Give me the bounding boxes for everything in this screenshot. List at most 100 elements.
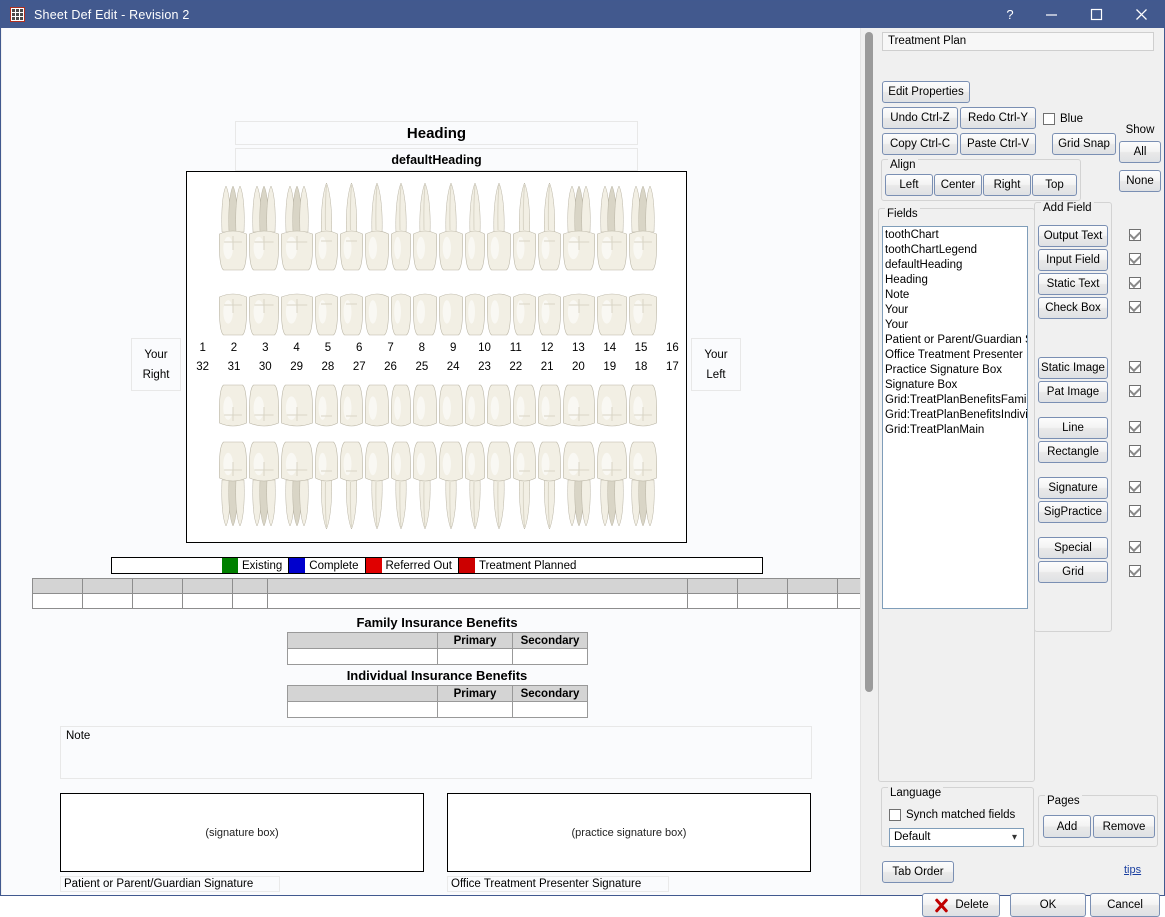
field-your-left[interactable]: Your Left (691, 338, 741, 391)
synch-checkbox-box[interactable] (889, 809, 901, 821)
canvas-vertical-scrollbar[interactable] (860, 28, 876, 895)
fields-list-item[interactable]: Office Treatment Presenter (885, 348, 1027, 363)
align-left-button[interactable]: Left (885, 174, 933, 196)
add-field-special-button[interactable]: Special (1038, 537, 1108, 559)
show-field-checkbox[interactable] (1129, 385, 1141, 397)
ok-button[interactable]: OK (1010, 893, 1086, 917)
tooth-glyph-lower (280, 430, 314, 534)
redo-button[interactable]: Redo Ctrl-Y (960, 107, 1036, 129)
add-field-output-text-button[interactable]: Output Text (1038, 225, 1108, 247)
show-field-checkbox-box[interactable] (1129, 385, 1141, 397)
fields-list-item[interactable]: Signature Box (885, 378, 1027, 393)
language-dropdown[interactable]: Default ▾ (889, 828, 1024, 847)
show-field-checkbox[interactable] (1129, 253, 1141, 265)
align-center-button[interactable]: Center (934, 174, 982, 196)
blue-checkbox[interactable]: Blue (1043, 113, 1083, 125)
field-signature-box[interactable]: (signature box) (60, 793, 424, 872)
copy-button[interactable]: Copy Ctrl-C (882, 133, 958, 155)
field-practice-signature-box[interactable]: (practice signature box) (447, 793, 811, 872)
fields-list-item[interactable]: toothChartLegend (885, 243, 1027, 258)
align-right-button[interactable]: Right (983, 174, 1031, 196)
field-tooth-chart-legend[interactable]: ExistingCompleteReferred OutTreatment Pl… (111, 557, 763, 574)
synch-matched-fields-checkbox[interactable]: Synch matched fields (889, 809, 1015, 821)
align-top-button[interactable]: Top (1032, 174, 1077, 196)
fields-list-item[interactable]: defaultHeading (885, 258, 1027, 273)
add-field-check-box-button[interactable]: Check Box (1038, 297, 1108, 319)
field-grid-treatplanbenefitsfamily[interactable]: PrimarySecondary (287, 632, 588, 665)
maximize-button[interactable] (1074, 1, 1119, 28)
scrollbar-thumb[interactable] (865, 32, 873, 692)
field-practice-signature-label[interactable]: Office Treatment Presenter Signature (447, 876, 669, 892)
fields-list-item[interactable]: Grid:TreatPlanMain (885, 423, 1027, 438)
add-field-grid-button[interactable]: Grid (1038, 561, 1108, 583)
add-field-static-text-button[interactable]: Static Text (1038, 273, 1108, 295)
add-field-input-field-button[interactable]: Input Field (1038, 249, 1108, 271)
show-field-checkbox-box[interactable] (1129, 301, 1141, 313)
tooth-glyph-upper (562, 178, 596, 282)
page-remove-button[interactable]: Remove (1093, 815, 1155, 838)
show-field-checkbox[interactable] (1129, 541, 1141, 553)
add-field-static-image-button[interactable]: Static Image (1038, 357, 1108, 379)
add-field-rectangle-button[interactable]: Rectangle (1038, 441, 1108, 463)
show-field-checkbox-box[interactable] (1129, 505, 1141, 517)
show-field-checkbox-box[interactable] (1129, 565, 1141, 577)
show-field-checkbox-box[interactable] (1129, 421, 1141, 433)
field-grid-treatplanbenefitsindividual[interactable]: PrimarySecondary (287, 685, 588, 718)
fields-list-item[interactable]: toothChart (885, 228, 1027, 243)
show-field-checkbox-box[interactable] (1129, 481, 1141, 493)
show-field-checkbox[interactable] (1129, 505, 1141, 517)
show-field-checkbox-box[interactable] (1129, 229, 1141, 241)
fields-list-item[interactable]: Note (885, 288, 1027, 303)
cancel-button[interactable]: Cancel (1090, 893, 1160, 917)
fields-list-item[interactable]: Patient or Parent/Guardian S (885, 333, 1027, 348)
grid-snap-button[interactable]: Grid Snap (1052, 133, 1116, 155)
field-your-right[interactable]: Your Right (131, 338, 181, 391)
tips-link[interactable]: tips (1124, 864, 1141, 876)
show-field-checkbox-box[interactable] (1129, 445, 1141, 457)
paste-button[interactable]: Paste Ctrl-V (960, 133, 1036, 155)
field-note[interactable]: Note (60, 726, 812, 779)
add-field-sigpractice-button[interactable]: SigPractice (1038, 501, 1108, 523)
show-field-checkbox-box[interactable] (1129, 541, 1141, 553)
help-button[interactable]: ? (991, 1, 1029, 28)
minimize-button[interactable] (1029, 1, 1074, 28)
tab-order-button[interactable]: Tab Order (882, 861, 954, 883)
show-field-checkbox[interactable] (1129, 361, 1141, 373)
show-none-button[interactable]: None (1119, 170, 1161, 192)
lower-teeth-crowns (187, 378, 687, 433)
show-field-checkbox[interactable] (1129, 445, 1141, 457)
show-field-checkbox[interactable] (1129, 421, 1141, 433)
undo-button[interactable]: Undo Ctrl-Z (882, 107, 958, 129)
field-signature-label[interactable]: Patient or Parent/Guardian Signature (60, 876, 280, 892)
show-field-checkbox[interactable] (1129, 229, 1141, 241)
show-field-checkbox[interactable] (1129, 277, 1141, 289)
field-default-heading[interactable]: defaultHeading (235, 148, 638, 171)
sheet-name-field[interactable]: Treatment Plan (882, 32, 1154, 51)
show-field-checkbox-box[interactable] (1129, 253, 1141, 265)
add-field-signature-button[interactable]: Signature (1038, 477, 1108, 499)
show-all-button[interactable]: All (1119, 141, 1161, 163)
blue-checkbox-box[interactable] (1043, 113, 1055, 125)
delete-button[interactable]: Delete (922, 893, 1000, 917)
field-tooth-chart[interactable]: 12345678910111213141516 3231302928272625… (186, 171, 687, 543)
show-field-checkbox[interactable] (1129, 301, 1141, 313)
page-add-button[interactable]: Add (1043, 815, 1091, 838)
edit-properties-button[interactable]: Edit Properties (882, 81, 970, 103)
fields-list-item[interactable]: Grid:TreatPlanBenefitsIndivi (885, 408, 1027, 423)
add-field-line-button[interactable]: Line (1038, 417, 1108, 439)
field-grid-treatplanmain[interactable] (32, 578, 860, 610)
add-field-pat-image-button[interactable]: Pat Image (1038, 381, 1108, 403)
fields-list-item[interactable]: Your (885, 303, 1027, 318)
close-button[interactable] (1119, 1, 1164, 28)
fields-list[interactable]: toothCharttoothChartLegenddefaultHeading… (882, 226, 1028, 609)
show-field-checkbox[interactable] (1129, 565, 1141, 577)
show-field-checkbox-box[interactable] (1129, 277, 1141, 289)
show-field-checkbox[interactable] (1129, 481, 1141, 493)
fields-list-item[interactable]: Heading (885, 273, 1027, 288)
show-field-checkbox-box[interactable] (1129, 361, 1141, 373)
fields-list-item[interactable]: Practice Signature Box (885, 363, 1027, 378)
field-heading[interactable]: Heading (235, 121, 638, 145)
fields-list-item[interactable]: Your (885, 318, 1027, 333)
sheet-canvas[interactable]: Heading defaultHeading Your Right Your L… (2, 28, 860, 895)
fields-list-item[interactable]: Grid:TreatPlanBenefitsFamil (885, 393, 1027, 408)
